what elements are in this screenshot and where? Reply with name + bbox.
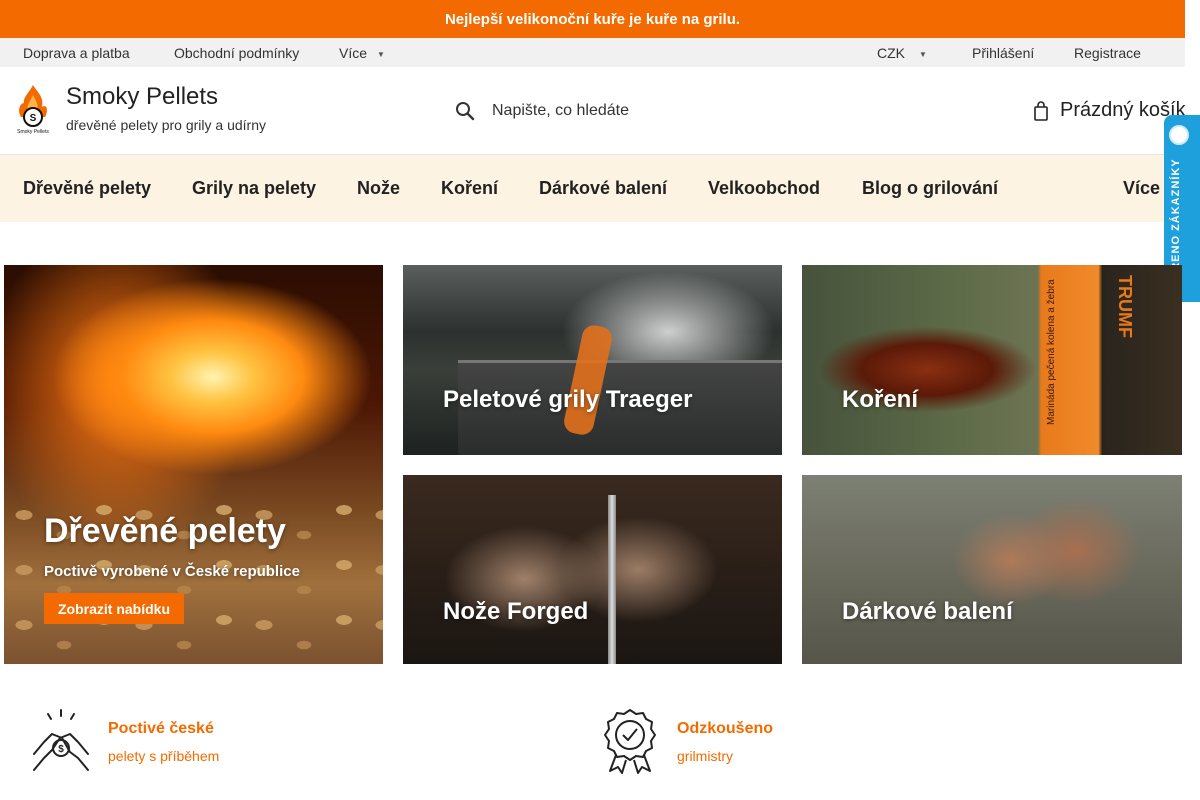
search-bar[interactable] xyxy=(450,93,870,129)
feature-title: Poctivé české xyxy=(108,720,214,737)
search-icon[interactable] xyxy=(454,100,476,122)
feature-subtitle: pelety s příběhem xyxy=(108,748,220,764)
tile-subtitle: Poctivě vyrobené v České republice xyxy=(44,563,300,580)
tile-wood-pellets[interactable]: Dřevěné pelety Poctivě vyrobené v České … xyxy=(4,265,383,664)
chevron-down-icon: ▼ xyxy=(377,50,385,59)
feature-subtitle: grilmistry xyxy=(677,748,733,764)
more-menu[interactable]: Více ▼ xyxy=(339,45,385,61)
tile-title: Nože Forged xyxy=(443,598,589,625)
tile-title: Dárkové balení xyxy=(842,598,1013,625)
spice-packet-label: Marináda pečená kolena a žebra xyxy=(1046,279,1057,425)
nav-item-pellet-grills[interactable]: Grily na pelety xyxy=(192,178,316,199)
register-link[interactable]: Registrace xyxy=(1074,45,1141,61)
show-offer-button[interactable]: Zobrazit nabídku xyxy=(44,593,184,624)
nav-item-knives[interactable]: Nože xyxy=(357,178,400,199)
announcement-text[interactable]: Nejlepší velikonoční kuře je kuře na gri… xyxy=(445,11,740,28)
currency-label: CZK xyxy=(877,45,905,61)
announcement-bar[interactable]: Nejlepší velikonoční kuře je kuře na gri… xyxy=(0,0,1185,38)
nav-item-blog[interactable]: Blog o grilování xyxy=(862,178,998,199)
spice-brand-label: TRUMF xyxy=(1115,275,1135,338)
brand-name[interactable]: Smoky Pellets xyxy=(66,83,218,111)
svg-text:Smoky Pellets: Smoky Pellets xyxy=(17,129,49,135)
nav-item-spices[interactable]: Koření xyxy=(441,178,498,199)
more-menu-label: Více xyxy=(339,45,368,61)
tile-title: Peletové grily Traeger xyxy=(443,386,693,413)
tile-traeger-grills[interactable]: Peletové grily Traeger xyxy=(403,265,782,455)
nav-item-gift-packs[interactable]: Dárkové balení xyxy=(539,178,667,199)
site-header: S Smoky Pellets Smoky Pellets dřevěné pe… xyxy=(0,67,1186,155)
tile-spices[interactable]: Marináda pečená kolena a žebra TRUMF Koř… xyxy=(802,265,1182,455)
shopping-bag-icon xyxy=(1034,100,1048,121)
svg-text:$: $ xyxy=(58,744,64,755)
nav-item-wholesale[interactable]: Velkoobchod xyxy=(708,178,820,199)
cart-button[interactable]: Prázdný košík xyxy=(1034,99,1186,122)
award-ribbon-icon xyxy=(604,709,656,774)
top-utility-bar: Doprava a platba Obchodní podmínky Více ▼… xyxy=(0,38,1185,67)
feature-title: Odzkoušeno xyxy=(677,720,774,737)
brand-tagline: dřevěné pelety pro grily a udírny xyxy=(66,117,266,133)
shipping-payment-link[interactable]: Doprava a platba xyxy=(23,45,130,61)
nav-item-wood-pellets[interactable]: Dřevěné pelety xyxy=(23,178,151,199)
logo-flame-icon[interactable]: S Smoky Pellets xyxy=(14,83,52,135)
currency-select[interactable]: CZK ▼ xyxy=(877,45,927,61)
chevron-down-icon: ▼ xyxy=(919,50,927,59)
nav-item-more[interactable]: Více xyxy=(1123,178,1160,199)
tile-title: Dřevěné pelety xyxy=(44,512,286,550)
handshake-coin-icon: $ xyxy=(33,709,89,771)
tile-title: Koření xyxy=(842,386,919,413)
verified-seal-icon xyxy=(1169,125,1189,145)
svg-text:S: S xyxy=(30,113,37,124)
terms-link[interactable]: Obchodní podmínky xyxy=(174,45,299,61)
search-input[interactable] xyxy=(492,102,832,120)
login-link[interactable]: Přihlášení xyxy=(972,45,1034,61)
tile-forged-knives[interactable]: Nože Forged xyxy=(403,475,782,664)
knife-steel-image xyxy=(608,495,616,664)
main-navigation: Dřevěné pelety Grily na pelety Nože Koře… xyxy=(0,155,1185,222)
tile-gift-packs[interactable]: Dárkové balení xyxy=(802,475,1182,664)
